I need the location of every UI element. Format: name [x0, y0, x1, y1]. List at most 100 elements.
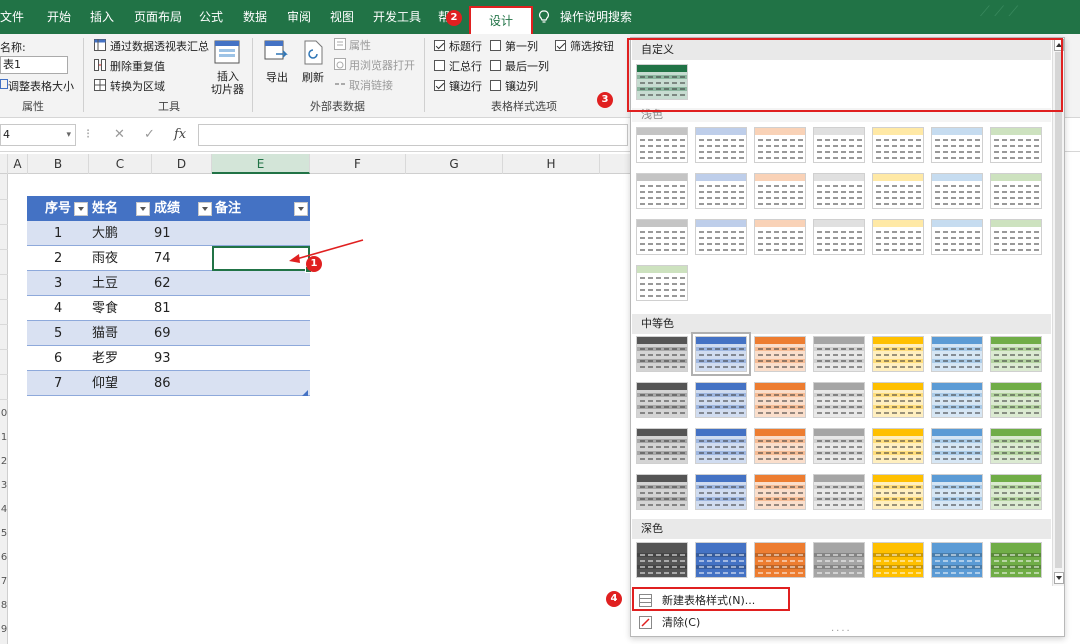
first-column-checkbox[interactable] — [490, 40, 501, 51]
medium-style-swatch[interactable] — [813, 336, 865, 372]
medium-style-swatch[interactable] — [636, 382, 688, 418]
tab-view[interactable]: 视图 — [330, 0, 354, 34]
medium-style-swatch[interactable] — [691, 332, 751, 376]
medium-style-swatch[interactable] — [754, 428, 806, 464]
header-cell-notes[interactable]: 备注 — [215, 196, 241, 221]
column-header-a[interactable]: A — [8, 154, 28, 174]
refresh-button[interactable]: 刷新 — [302, 69, 324, 85]
column-header-b[interactable]: B — [28, 154, 89, 174]
table-cell[interactable]: 5 — [54, 321, 62, 346]
table-cell[interactable]: 7 — [54, 371, 62, 396]
table-cell[interactable]: 74 — [154, 246, 171, 271]
light-style-swatch[interactable] — [990, 219, 1042, 255]
light-style-swatch[interactable] — [754, 173, 806, 209]
remove-duplicates-button[interactable]: 删除重复值 — [110, 58, 165, 74]
column-header-h[interactable]: H — [503, 154, 600, 174]
tab-insert[interactable]: 插入 — [90, 0, 114, 34]
light-style-swatch[interactable] — [872, 127, 924, 163]
medium-style-swatch[interactable] — [990, 382, 1042, 418]
table-cell[interactable]: 大鹏 — [92, 221, 118, 246]
scroll-thumb[interactable] — [1055, 52, 1062, 568]
tab-design[interactable]: 设计 — [469, 6, 534, 34]
tab-formulas[interactable]: 公式 — [199, 0, 223, 34]
filter-dropdown-button[interactable] — [136, 202, 150, 216]
medium-style-swatch[interactable] — [931, 428, 983, 464]
row-number[interactable]: 8 — [0, 594, 8, 618]
row-number[interactable]: 3 — [0, 474, 8, 498]
insert-function-icon[interactable]: fx — [174, 127, 186, 142]
custom-style-swatch[interactable] — [636, 64, 688, 100]
light-style-swatch[interactable] — [813, 219, 865, 255]
medium-style-swatch[interactable] — [695, 474, 747, 510]
total-row-checkbox[interactable] — [434, 60, 445, 71]
row-number[interactable]: 1 — [0, 426, 8, 450]
medium-style-swatch[interactable] — [754, 474, 806, 510]
dark-style-swatch[interactable] — [754, 542, 806, 578]
medium-style-swatch[interactable] — [931, 382, 983, 418]
row-number[interactable]: 9 — [0, 618, 8, 642]
scroll-down-button[interactable] — [1054, 572, 1064, 584]
column-header-c[interactable]: C — [89, 154, 152, 174]
column-header-d[interactable]: D — [152, 154, 212, 174]
tab-data[interactable]: 数据 — [243, 0, 267, 34]
medium-style-swatch[interactable] — [872, 474, 924, 510]
tab-home[interactable]: 开始 — [47, 0, 71, 34]
filter-dropdown-button[interactable] — [198, 202, 212, 216]
light-style-swatch[interactable] — [990, 127, 1042, 163]
light-style-swatch[interactable] — [813, 127, 865, 163]
table-resize-handle[interactable] — [302, 390, 308, 396]
dark-style-swatch[interactable] — [813, 542, 865, 578]
medium-style-swatch[interactable] — [636, 428, 688, 464]
dark-style-swatch[interactable] — [931, 542, 983, 578]
gallery-scrollbar[interactable] — [1052, 38, 1064, 586]
table-cell[interactable]: 86 — [154, 371, 171, 396]
medium-style-swatch[interactable] — [990, 428, 1042, 464]
table-cell[interactable]: 62 — [154, 271, 171, 296]
medium-style-swatch[interactable] — [636, 474, 688, 510]
properties-button[interactable]: 属性 — [349, 37, 371, 53]
table-cell[interactable]: 零食 — [92, 296, 118, 321]
table-cell[interactable]: 81 — [154, 296, 171, 321]
light-style-swatch[interactable] — [813, 173, 865, 209]
resize-table-button[interactable]: 调整表格大小 — [8, 78, 74, 94]
banded-columns-checkbox[interactable] — [490, 80, 501, 91]
header-cell-name[interactable]: 姓名 — [92, 196, 118, 221]
enter-icon[interactable]: ✓ — [144, 127, 155, 142]
unlink-button[interactable]: 取消链接 — [349, 77, 393, 93]
formula-input[interactable] — [198, 124, 628, 146]
table-cell[interactable]: 93 — [154, 346, 171, 371]
chevron-down-icon[interactable]: ▾ — [66, 125, 71, 145]
select-all-corner[interactable] — [0, 154, 8, 174]
medium-style-swatch[interactable] — [872, 336, 924, 372]
dark-style-swatch[interactable] — [990, 542, 1042, 578]
header-cell-score[interactable]: 成绩 — [154, 196, 180, 221]
light-style-swatch[interactable] — [695, 173, 747, 209]
table-cell[interactable]: 土豆 — [92, 271, 118, 296]
row-number[interactable]: 0 — [0, 402, 8, 426]
row-number[interactable]: 5 — [0, 522, 8, 546]
row-number[interactable]: 6 — [0, 546, 8, 570]
tell-me-search[interactable]: 操作说明搜索 — [560, 0, 632, 34]
light-style-swatch[interactable] — [872, 173, 924, 209]
filter-dropdown-button[interactable] — [294, 202, 308, 216]
banded-rows-checkbox[interactable] — [434, 80, 445, 91]
medium-style-swatch[interactable] — [931, 474, 983, 510]
medium-style-swatch[interactable] — [695, 428, 747, 464]
light-style-swatch[interactable] — [931, 127, 983, 163]
header-cell-index[interactable]: 序号 — [45, 196, 71, 221]
header-row-checkbox[interactable] — [434, 40, 445, 51]
medium-style-swatch[interactable] — [990, 336, 1042, 372]
tab-file[interactable]: 文件 — [0, 0, 24, 34]
light-style-swatch[interactable] — [931, 219, 983, 255]
row-number[interactable]: 4 — [0, 498, 8, 522]
light-style-swatch[interactable] — [872, 219, 924, 255]
table-cell[interactable]: 3 — [54, 271, 62, 296]
table-cell[interactable]: 雨夜 — [92, 246, 118, 271]
column-header-f[interactable]: F — [310, 154, 406, 174]
light-style-swatch[interactable] — [754, 127, 806, 163]
light-style-swatch[interactable] — [636, 265, 688, 301]
scroll-up-button[interactable] — [1054, 39, 1064, 51]
medium-style-swatch[interactable] — [754, 336, 806, 372]
table-cell[interactable]: 2 — [54, 246, 62, 271]
dark-style-swatch[interactable] — [695, 542, 747, 578]
